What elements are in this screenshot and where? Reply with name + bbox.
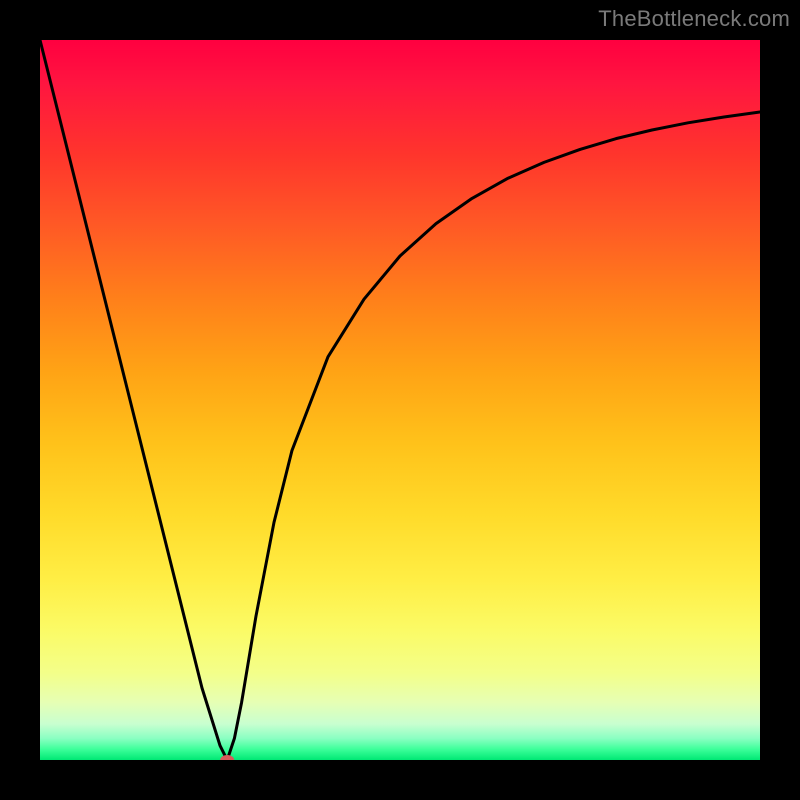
plot-area	[40, 40, 760, 760]
chart-frame: TheBottleneck.com	[0, 0, 800, 800]
minimum-marker	[220, 755, 234, 760]
curve-layer	[40, 40, 760, 760]
watermark-text: TheBottleneck.com	[598, 6, 790, 32]
bottleneck-curve	[40, 40, 760, 760]
